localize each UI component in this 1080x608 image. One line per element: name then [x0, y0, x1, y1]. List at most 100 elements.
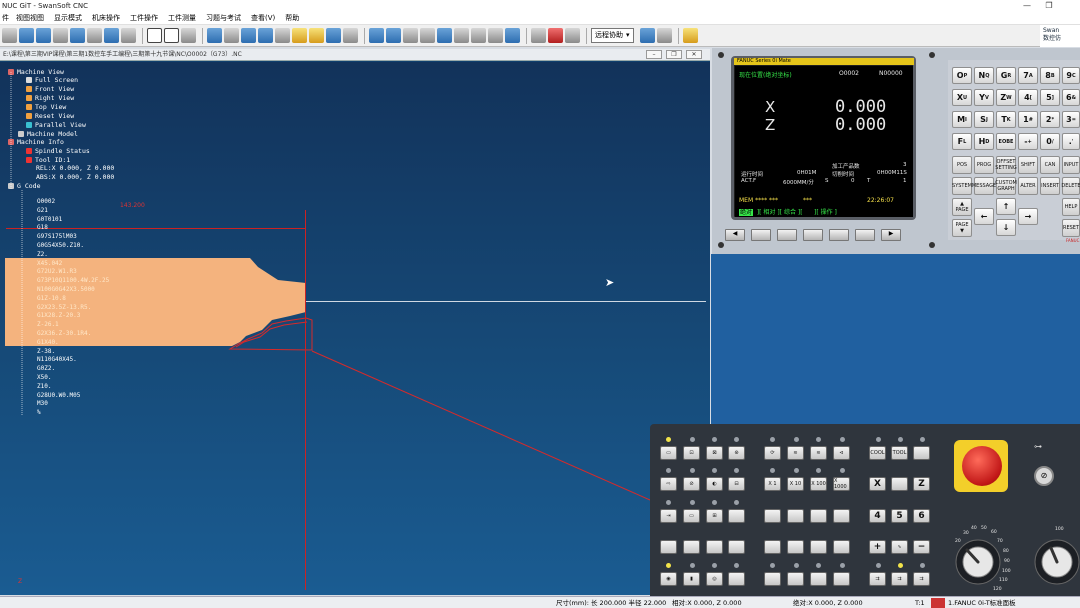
- key-t[interactable]: TK: [996, 111, 1016, 128]
- key-dot[interactable]: . ': [1062, 133, 1080, 150]
- key-cursor-down[interactable]: ↓: [996, 219, 1016, 236]
- key-offset-setting[interactable]: OFFSET SETTING: [995, 156, 1017, 174]
- g-code-line[interactable]: G0Z2.: [37, 365, 55, 373]
- blank-button-19[interactable]: [913, 446, 930, 460]
- step-x100-button[interactable]: X 100: [810, 477, 827, 491]
- g-code-line[interactable]: G18: [37, 224, 48, 232]
- key-custom-graph[interactable]: CUSTOM GRAPH: [995, 177, 1017, 195]
- g-code-line[interactable]: X50.: [37, 374, 51, 382]
- softkey-4[interactable]: [829, 229, 849, 241]
- key-f[interactable]: FL: [952, 133, 972, 150]
- blank-button-22[interactable]: ⇉: [891, 572, 908, 586]
- key-page-down[interactable]: PAGE ▼: [952, 219, 972, 237]
- key-9[interactable]: 9C: [1062, 67, 1080, 84]
- blank-button-4[interactable]: [706, 540, 723, 554]
- g-code-line[interactable]: Z-26.1: [37, 321, 59, 329]
- key-5[interactable]: 5]: [1040, 89, 1060, 106]
- step-x1000-button[interactable]: X 1000: [833, 477, 850, 491]
- key-1[interactable]: 1 #: [1018, 111, 1038, 128]
- key-cursor-left[interactable]: ←: [974, 208, 994, 225]
- key-0[interactable]: 0/: [1040, 133, 1060, 150]
- key-s[interactable]: SJ: [974, 111, 994, 128]
- g-code-line[interactable]: G1X40.: [37, 339, 59, 347]
- skip-button[interactable]: ⊘: [683, 477, 700, 491]
- key-minus[interactable]: - +: [1018, 133, 1038, 150]
- jog-mode-button[interactable]: ▭: [683, 509, 700, 523]
- key-cursor-up[interactable]: ↑: [996, 198, 1016, 215]
- g-code-line[interactable]: M30: [37, 400, 48, 408]
- blank-button-2[interactable]: [660, 540, 677, 554]
- rapid-button[interactable]: ∿: [891, 540, 908, 554]
- g-code-line[interactable]: %: [37, 409, 41, 417]
- g-code-line[interactable]: X45.042: [37, 260, 62, 268]
- blank-button-23[interactable]: ⇉: [913, 572, 930, 586]
- handle-mode-button[interactable]: ⇥: [660, 509, 677, 523]
- g-code-line[interactable]: G97S175lM03: [37, 233, 77, 241]
- key-input[interactable]: INPUT: [1062, 156, 1080, 174]
- optional-stop-button[interactable]: ⊟: [728, 477, 745, 491]
- blank-button-16[interactable]: [787, 572, 804, 586]
- key-6[interactable]: 6 &: [1062, 89, 1080, 106]
- g-code-line[interactable]: G72U2.W1.R3: [37, 268, 77, 276]
- coolant-button[interactable]: COOL: [869, 446, 886, 460]
- key-4-button[interactable]: 4: [869, 509, 886, 523]
- g-code-line[interactable]: G21: [37, 207, 48, 215]
- step-x10-button[interactable]: X 10: [787, 477, 804, 491]
- step-x1-button[interactable]: X 1: [764, 477, 781, 491]
- blank-button-18[interactable]: [833, 572, 850, 586]
- softkey-1[interactable]: [751, 229, 771, 241]
- blank-button-21[interactable]: ⇉: [869, 572, 886, 586]
- key-page-up[interactable]: ▲ PAGE: [952, 198, 972, 216]
- restore-button[interactable]: ❐: [1038, 0, 1060, 12]
- key-x[interactable]: XU: [952, 89, 972, 106]
- jog-minus-button[interactable]: −: [913, 540, 930, 554]
- g-code-line[interactable]: Z2.: [37, 251, 48, 259]
- key-6-button[interactable]: 6: [913, 509, 930, 523]
- key-z[interactable]: ZW: [996, 89, 1016, 106]
- dnc-mode-button[interactable]: ⊛: [728, 446, 745, 460]
- blank-button-9[interactable]: [810, 509, 827, 523]
- softkey-3[interactable]: [803, 229, 823, 241]
- mdi-mode-button[interactable]: ⊠: [706, 446, 723, 460]
- key-8[interactable]: 8B: [1040, 67, 1060, 84]
- key-pos[interactable]: POS: [952, 156, 972, 174]
- key-o[interactable]: OP: [952, 67, 972, 84]
- blank-button-20[interactable]: [891, 477, 908, 491]
- g-code-line[interactable]: G73P10Q1100.4W.2F.25: [37, 277, 109, 285]
- g-code-line[interactable]: O0002: [37, 198, 55, 206]
- key-m[interactable]: MI: [952, 111, 972, 128]
- g-code-line[interactable]: Z-38.: [37, 348, 55, 356]
- feed-hold-button[interactable]: ▮: [683, 572, 700, 586]
- g-code-line[interactable]: N100G0G42X3.5000: [37, 286, 95, 294]
- blank-button-6[interactable]: [728, 572, 745, 586]
- blank-button-17[interactable]: [810, 572, 827, 586]
- spindle-cw-button[interactable]: ⟳: [764, 446, 781, 460]
- program-stop-button[interactable]: ◎: [706, 572, 723, 586]
- spindle-override-dial[interactable]: 100: [1025, 520, 1080, 596]
- emergency-stop-button[interactable]: [962, 446, 1002, 486]
- minimize-button[interactable]: —: [1016, 0, 1038, 12]
- key-4[interactable]: 4[: [1018, 89, 1038, 106]
- g-code-line[interactable]: G2X23.5Z-13.R5.: [37, 304, 91, 312]
- single-block-button[interactable]: ⇨: [660, 477, 677, 491]
- key-reset[interactable]: RESET: [1062, 219, 1080, 237]
- blank-button-10[interactable]: [833, 509, 850, 523]
- blank-button-14[interactable]: [833, 540, 850, 554]
- auto-mode-button[interactable]: ⊡: [683, 446, 700, 460]
- spindle-stop-button[interactable]: ≋: [787, 446, 804, 460]
- dry-run-button[interactable]: ◐: [706, 477, 723, 491]
- key-cursor-right[interactable]: →: [1018, 208, 1038, 225]
- program-protect-switch[interactable]: ⊘: [1034, 466, 1054, 486]
- key-g[interactable]: GR: [996, 67, 1016, 84]
- g-code-line[interactable]: G28U0.W0.M05: [37, 392, 80, 400]
- key-y[interactable]: YV: [974, 89, 994, 106]
- g-code-line[interactable]: G0T0101: [37, 216, 62, 224]
- axis-z-button[interactable]: Z: [913, 477, 930, 491]
- key-system[interactable]: SYSTEM: [952, 177, 972, 195]
- softkey-left-arrow[interactable]: ◀: [725, 229, 745, 241]
- blank-button-7[interactable]: [764, 509, 781, 523]
- g-code-line[interactable]: G1Z-10.8: [37, 295, 66, 303]
- spindle-jog-button[interactable]: ⊲: [833, 446, 850, 460]
- edit-mode-button[interactable]: ▭: [660, 446, 677, 460]
- key-n[interactable]: NQ: [974, 67, 994, 84]
